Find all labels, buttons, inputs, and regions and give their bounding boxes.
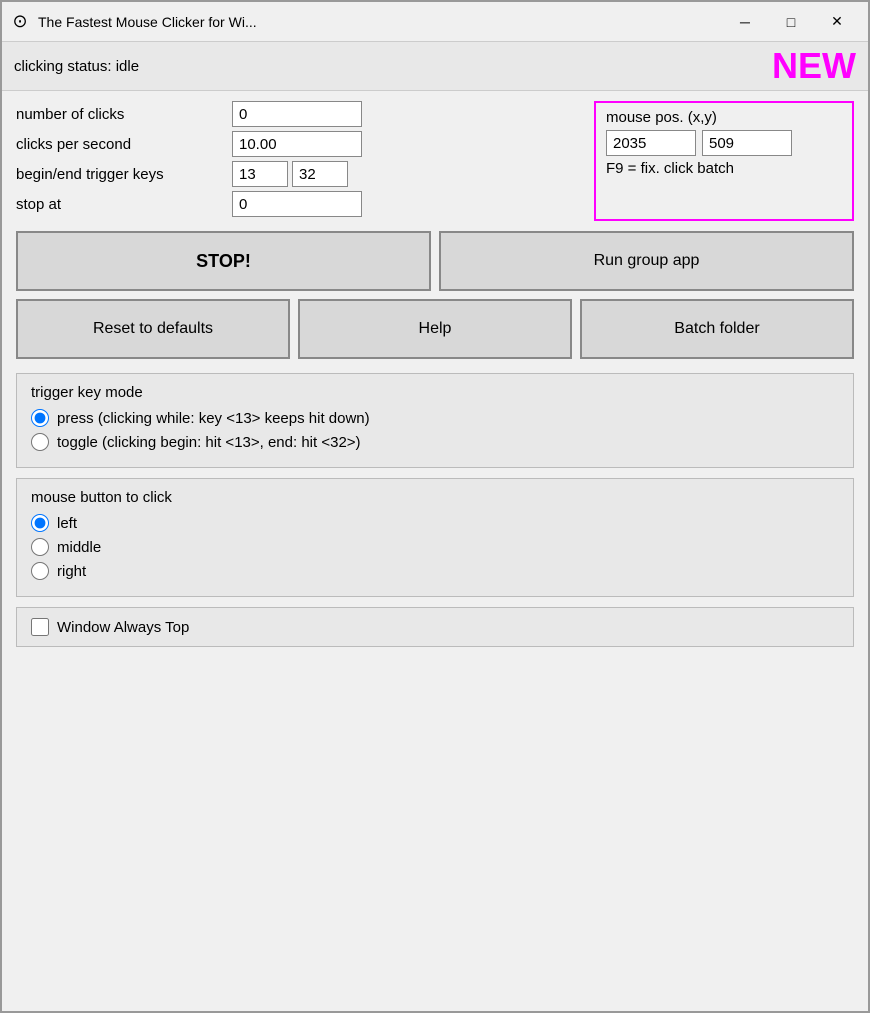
mouse-pos-values [606, 130, 842, 156]
left-button-radio[interactable] [31, 514, 49, 532]
num-clicks-label: number of clicks [16, 106, 226, 123]
middle-button-row: middle [31, 538, 839, 556]
window-title: The Fastest Mouse Clicker for Wi... [38, 14, 722, 30]
window-always-top-checkbox[interactable] [31, 618, 49, 636]
fields-left: number of clicks clicks per second begin… [16, 101, 584, 221]
stop-at-label: stop at [16, 196, 226, 213]
trigger-key-mode-title: trigger key mode [31, 384, 839, 401]
main-window: ⊙ The Fastest Mouse Clicker for Wi... ─ … [0, 0, 870, 1013]
btn-row-1: STOP! Run group app [16, 231, 854, 291]
window-always-top-label[interactable]: Window Always Top [57, 619, 189, 636]
right-button-row: right [31, 562, 839, 580]
mouse-button-title: mouse button to click [31, 489, 839, 506]
titlebar-buttons: ─ □ ✕ [722, 6, 860, 38]
close-button[interactable]: ✕ [814, 6, 860, 38]
num-clicks-input[interactable] [232, 101, 362, 127]
mouse-y-input[interactable] [702, 130, 792, 156]
num-clicks-row: number of clicks [16, 101, 584, 127]
trigger-key1-input[interactable] [232, 161, 288, 187]
window-always-top-row: Window Always Top [16, 607, 854, 647]
stop-at-input[interactable] [232, 191, 362, 217]
app-icon: ⊙ [10, 12, 30, 32]
right-button-radio[interactable] [31, 562, 49, 580]
status-bar: clicking status: idle NEW [2, 42, 868, 91]
trigger-keys-pair [232, 161, 348, 187]
press-mode-radio[interactable] [31, 409, 49, 427]
mouse-pos-label: mouse pos. (x,y) [606, 109, 842, 126]
left-button-label[interactable]: left [57, 515, 77, 532]
trigger-key-mode-section: trigger key mode press (clicking while: … [16, 373, 854, 468]
minimize-button[interactable]: ─ [722, 6, 768, 38]
help-button[interactable]: Help [298, 299, 572, 359]
trigger-keys-label: begin/end trigger keys [16, 166, 226, 183]
new-badge: NEW [772, 48, 856, 84]
fields-area: number of clicks clicks per second begin… [16, 101, 854, 221]
mouse-button-section: mouse button to click left middle right [16, 478, 854, 597]
press-mode-row: press (clicking while: key <13> keeps hi… [31, 409, 839, 427]
middle-button-radio[interactable] [31, 538, 49, 556]
reset-defaults-button[interactable]: Reset to defaults [16, 299, 290, 359]
titlebar: ⊙ The Fastest Mouse Clicker for Wi... ─ … [2, 2, 868, 42]
stop-button[interactable]: STOP! [16, 231, 431, 291]
press-mode-label[interactable]: press (clicking while: key <13> keeps hi… [57, 410, 370, 427]
left-button-row: left [31, 514, 839, 532]
mouse-pos-box: mouse pos. (x,y) F9 = fix. click batch [594, 101, 854, 221]
right-button-label[interactable]: right [57, 563, 86, 580]
status-text: clicking status: idle [14, 58, 139, 75]
clicks-per-sec-label: clicks per second [16, 136, 226, 153]
btn-row-2: Reset to defaults Help Batch folder [16, 299, 854, 359]
trigger-key2-input[interactable] [292, 161, 348, 187]
run-group-button[interactable]: Run group app [439, 231, 854, 291]
batch-folder-button[interactable]: Batch folder [580, 299, 854, 359]
trigger-keys-row: begin/end trigger keys [16, 161, 584, 187]
mouse-x-input[interactable] [606, 130, 696, 156]
main-content: number of clicks clicks per second begin… [2, 91, 868, 1011]
toggle-mode-label[interactable]: toggle (clicking begin: hit <13>, end: h… [57, 434, 361, 451]
toggle-mode-row: toggle (clicking begin: hit <13>, end: h… [31, 433, 839, 451]
clicks-per-sec-row: clicks per second [16, 131, 584, 157]
stop-at-row: stop at [16, 191, 584, 217]
clicks-per-sec-input[interactable] [232, 131, 362, 157]
mouse-pos-hint: F9 = fix. click batch [606, 160, 842, 177]
maximize-button[interactable]: □ [768, 6, 814, 38]
middle-button-label[interactable]: middle [57, 539, 101, 556]
toggle-mode-radio[interactable] [31, 433, 49, 451]
